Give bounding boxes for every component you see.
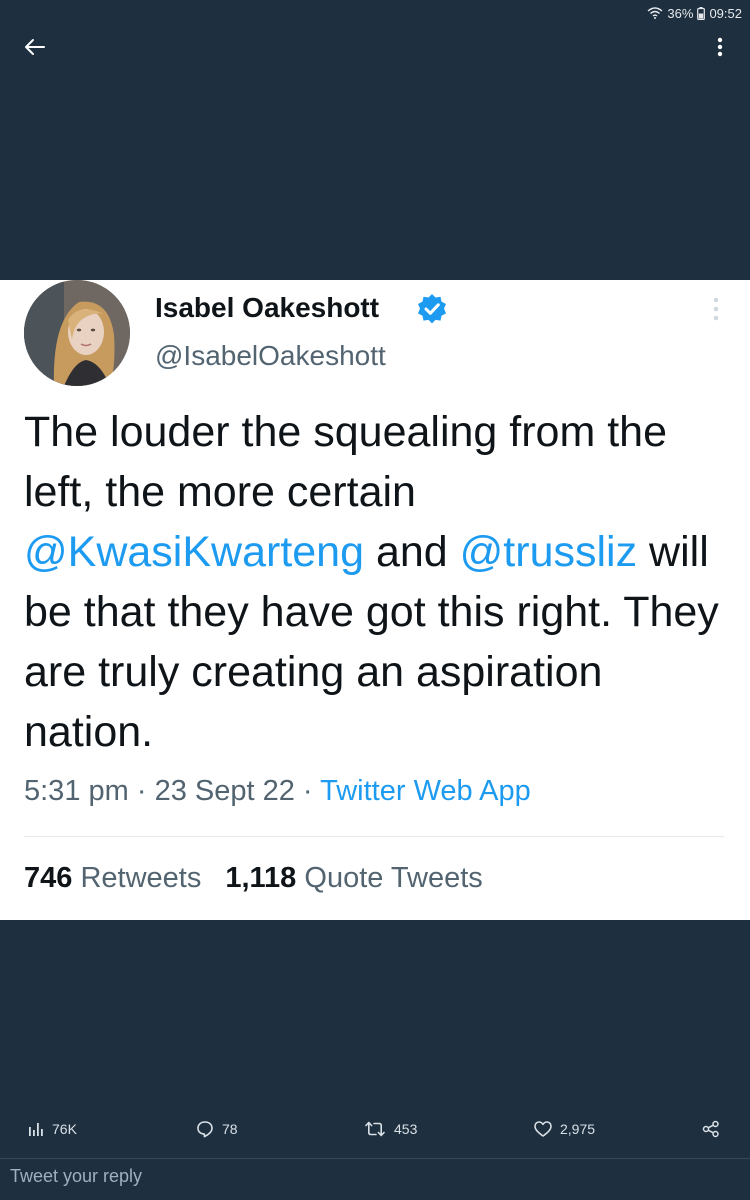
author-name[interactable]: Isabel Oakeshott [155,292,379,324]
share-button[interactable] [702,1118,720,1140]
retweets-label: Retweets [80,862,202,894]
reply-input[interactable] [10,1162,730,1190]
tweet-text-segment: and [364,528,460,576]
more-options-button[interactable] [708,34,732,64]
battery-percentage: 36% [667,5,694,21]
views-count: 76K [52,1121,77,1137]
retweet-icon [364,1121,386,1137]
reply-button[interactable]: 78 [196,1118,238,1140]
quote-tweets-count: 1,118 [225,862,297,894]
quote-tweets-label: Quote Tweets [304,862,483,894]
tweet-more-button[interactable] [706,296,726,326]
views-button[interactable]: 76K [28,1118,77,1140]
arrow-left-icon [24,38,46,61]
retweets-count: 746 [24,862,73,894]
retweets-action-count: 453 [394,1121,418,1137]
separator: · [294,775,321,807]
mention-link[interactable]: @KwasiKwarteng [24,528,364,576]
speech-bubble-icon [196,1120,214,1138]
retweet-button[interactable]: 453 [364,1118,417,1140]
more-vertical-icon [717,37,723,62]
clock: 09:52 [709,5,742,21]
wifi-icon [647,7,663,19]
replies-count: 78 [222,1121,238,1137]
heart-icon [534,1121,552,1137]
battery-icon [697,6,706,20]
share-icon [702,1120,720,1138]
tweet-stats: 746 Retweets 1,118 Quote Tweets [24,862,483,895]
tweet-time: 5:31 pm [24,775,129,807]
tweet-date: 23 Sept 22 [154,775,295,807]
verified-badge-icon [416,293,448,325]
bar-chart-icon [28,1121,44,1137]
quote-tweets-stat[interactable]: 1,118 Quote Tweets [225,862,482,894]
separator: · [128,775,155,807]
back-button[interactable] [18,34,52,64]
status-bar: 36% 09:52 [0,0,750,26]
retweets-stat[interactable]: 746 Retweets [24,862,201,894]
like-button[interactable]: 2,975 [534,1118,595,1140]
divider [24,836,724,837]
mention-link[interactable]: @trussliz [460,528,637,576]
tweet-source-link[interactable]: Twitter Web App [320,775,531,807]
more-vertical-icon [713,297,719,326]
tweet-text-segment: The louder the squealing from the left, … [24,408,668,516]
avatar [24,280,130,386]
tweet-text: The louder the squealing from the left, … [24,402,724,762]
likes-count: 2,975 [560,1121,596,1137]
tweet-metadata: 5:31 pm · 23 Sept 22 · Twitter Web App [24,775,531,808]
author-handle[interactable]: @IsabelOakeshott [155,340,386,372]
